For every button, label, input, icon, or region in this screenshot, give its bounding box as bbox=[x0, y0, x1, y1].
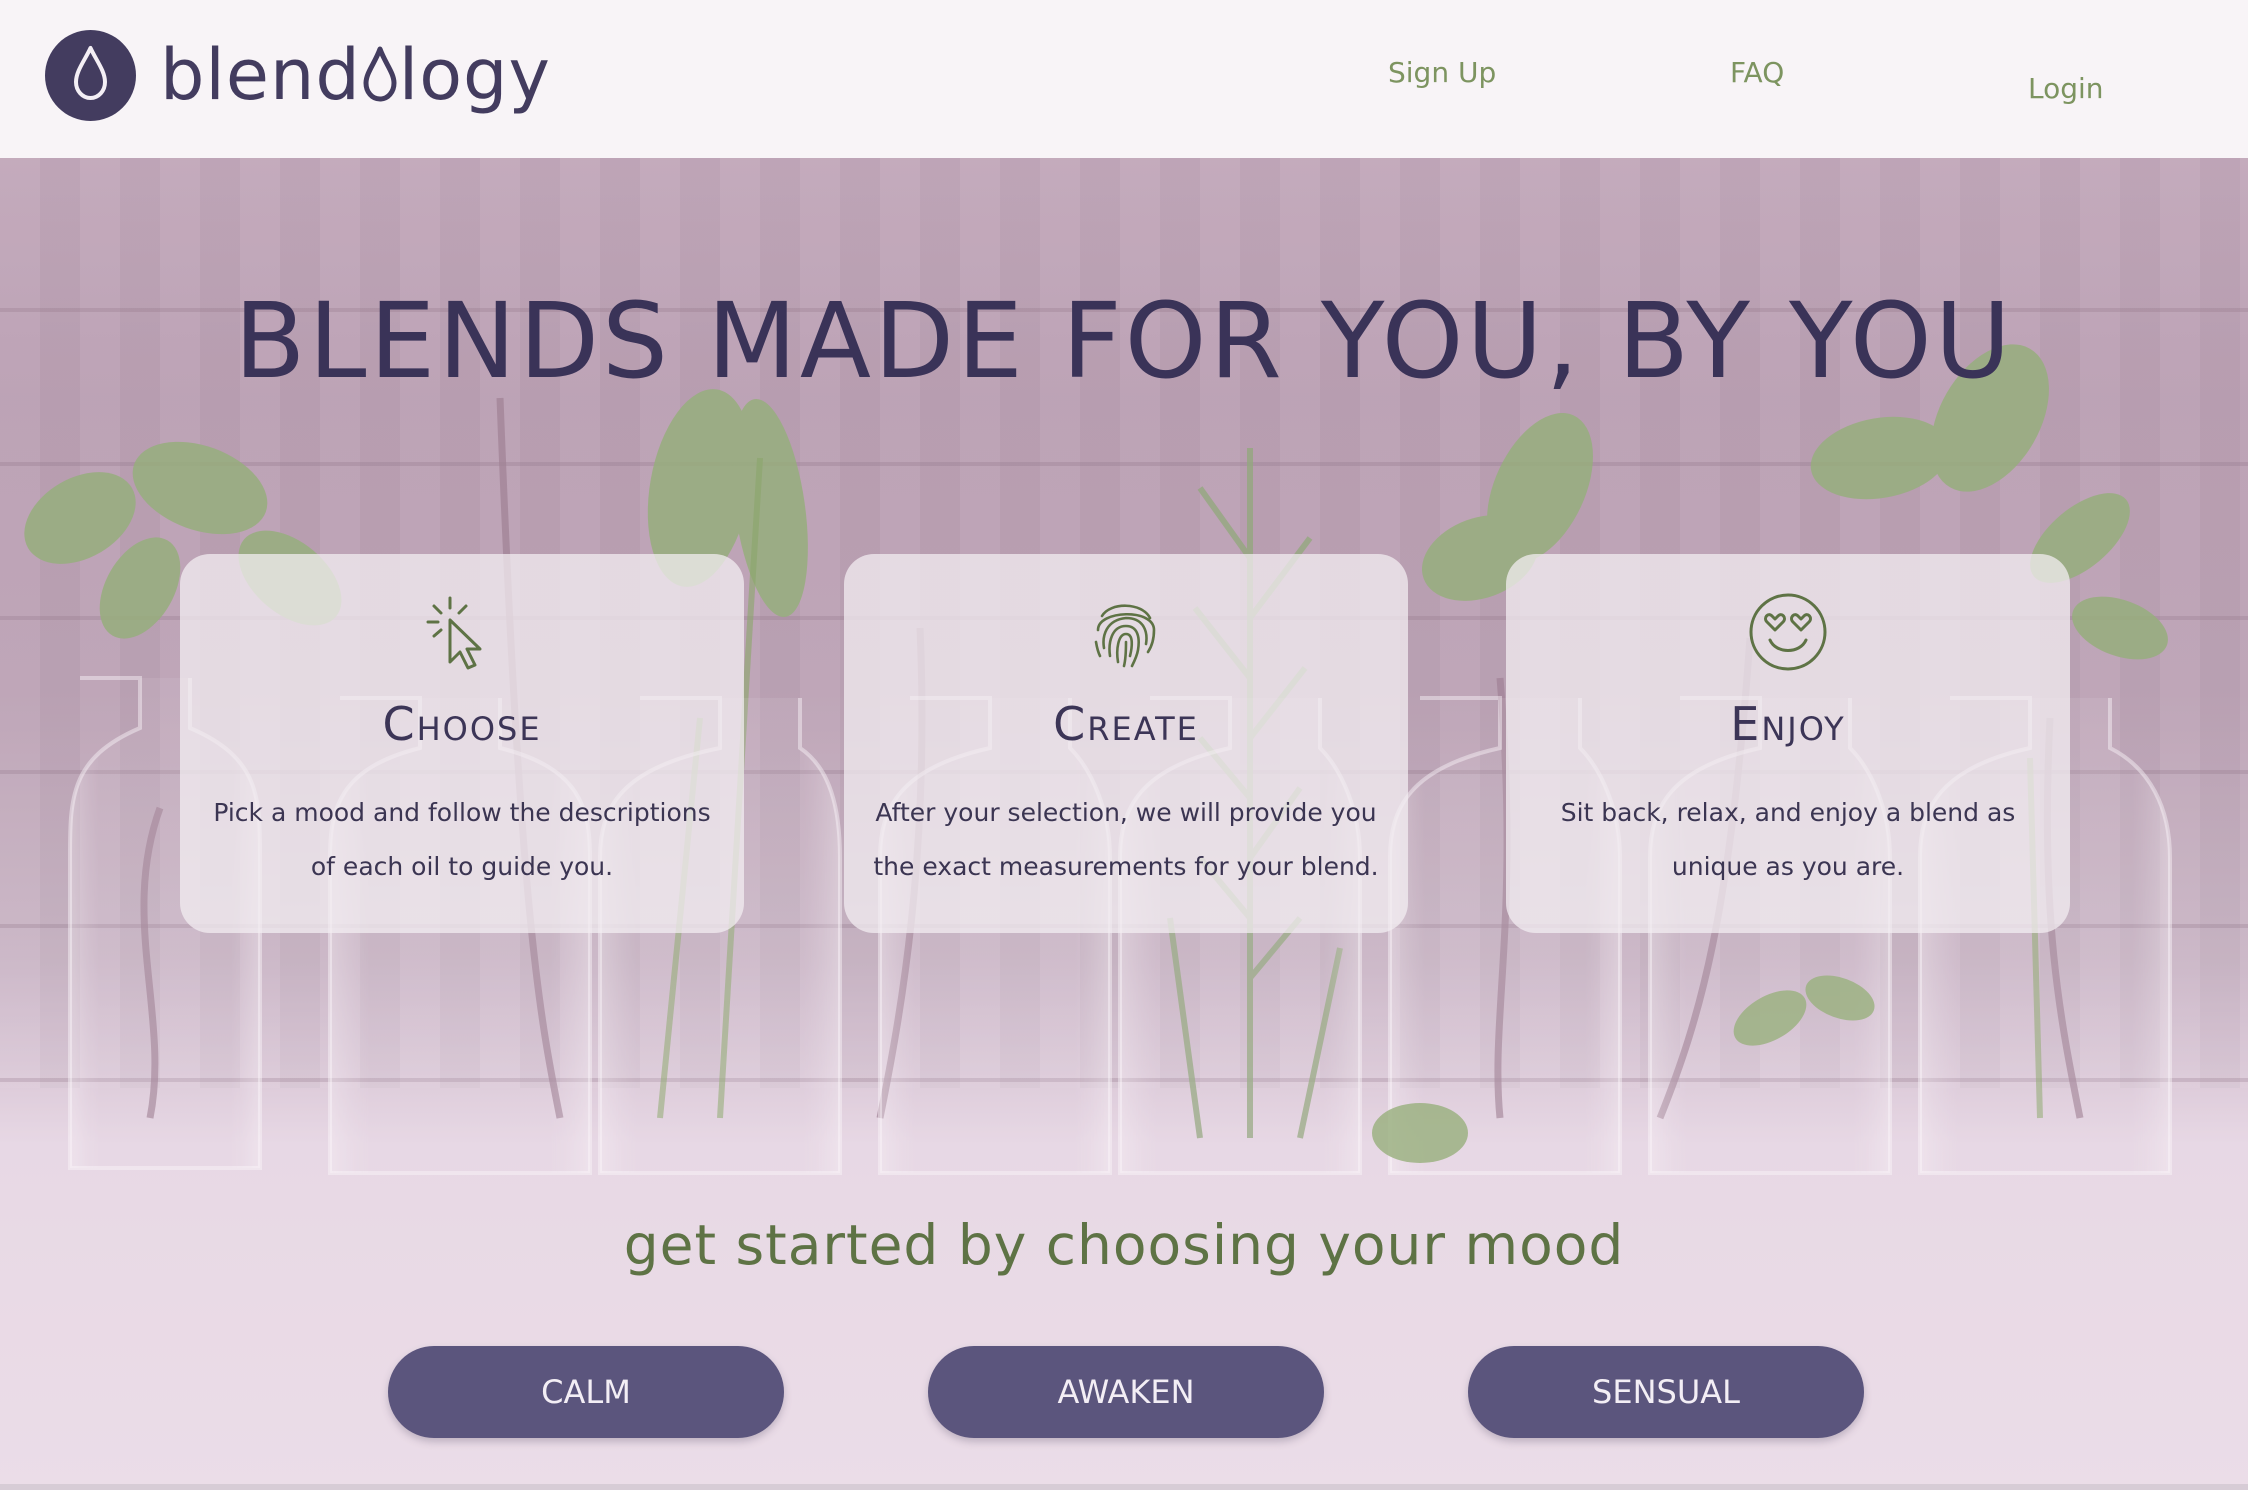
brand-logo-text[interactable]: blend logy bbox=[160, 30, 551, 120]
page-bottom-divider bbox=[0, 1484, 2248, 1490]
step-card-enjoy: Enjoy Sit back, relax, and enjoy a blend… bbox=[1506, 554, 2070, 933]
hero-title: BLENDS MADE FOR YOU, BY YOU bbox=[234, 280, 2014, 402]
heart-eyes-smiley-icon bbox=[1749, 593, 1827, 671]
fingerprint-icon bbox=[1094, 604, 1156, 668]
step-title: Create bbox=[1053, 697, 1199, 751]
nav-faq-link[interactable]: FAQ bbox=[1730, 56, 1784, 89]
brand-name-part-1: blend bbox=[160, 34, 361, 116]
logo-droplet-letter-icon bbox=[363, 46, 397, 102]
nav-sign-up-link[interactable]: Sign Up bbox=[1388, 56, 1496, 89]
step-card-choose: Choose Pick a mood and follow the descri… bbox=[180, 554, 744, 933]
nav-login-link[interactable]: Login bbox=[2028, 72, 2104, 105]
step-title: Enjoy bbox=[1730, 697, 1846, 751]
mood-sensual-button[interactable]: SENSUAL bbox=[1468, 1346, 1864, 1438]
step-title: Choose bbox=[382, 697, 542, 751]
step-card-create: Create After your selection, we will pro… bbox=[844, 554, 1408, 933]
cursor-click-icon bbox=[426, 596, 482, 670]
brand-name-part-2: logy bbox=[398, 34, 551, 116]
step-description: Pick a mood and follow the descriptions … bbox=[213, 798, 711, 881]
hero-section: BLENDS MADE FOR YOU, BY YOU Choose Pick … bbox=[0, 158, 2248, 1490]
mood-cta-heading: get started by choosing your mood bbox=[623, 1213, 1625, 1277]
mood-awaken-button[interactable]: AWAKEN bbox=[928, 1346, 1324, 1438]
droplet-logo-icon[interactable] bbox=[45, 30, 136, 121]
mood-calm-button[interactable]: CALM bbox=[388, 1346, 784, 1438]
step-description: After your selection, we will provide yo… bbox=[873, 798, 1379, 881]
site-header: blend logy Sign Up FAQ Login bbox=[0, 0, 2248, 158]
step-description: Sit back, relax, and enjoy a blend as un… bbox=[1560, 798, 2016, 881]
